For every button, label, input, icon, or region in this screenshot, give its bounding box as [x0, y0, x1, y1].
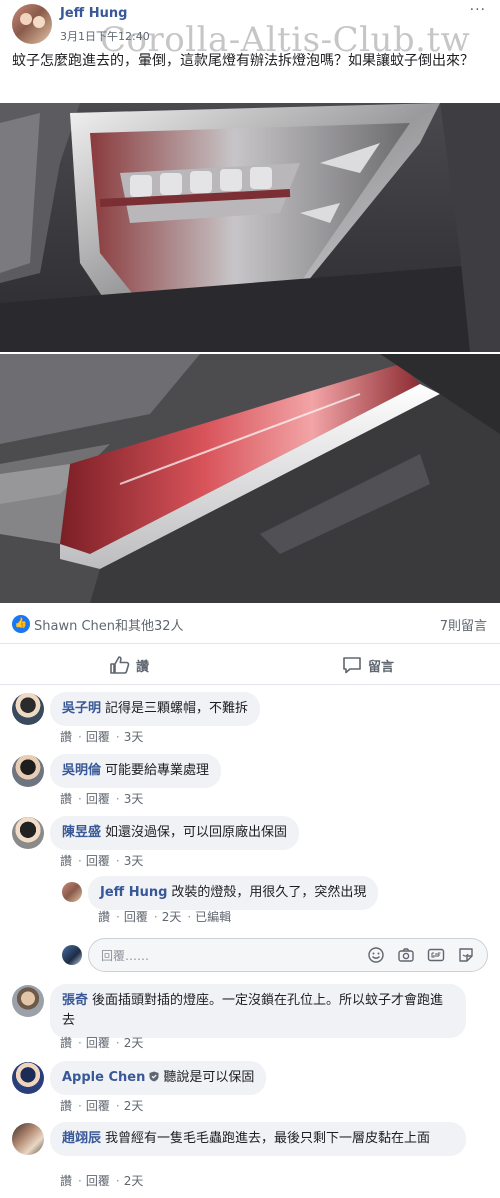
commenter-avatar[interactable] [12, 1062, 44, 1094]
comment-like-link[interactable]: 讚 [60, 1099, 72, 1113]
commenter-name[interactable]: 趙翊辰 [62, 1131, 101, 1146]
thumbs-up-icon [110, 656, 130, 674]
separator: · [153, 910, 158, 924]
comment-bubble: Jeff Hung 改裝的燈殼，用很久了，突然出現 [88, 876, 379, 910]
reactions-bar: 👍 Shawn Chen和其他32人 7則留言 [0, 604, 500, 644]
comments-count[interactable]: 7則留言 [440, 615, 487, 634]
comment-actions: 讚 · 回覆 · 2天 [60, 1034, 145, 1051]
commenter-avatar[interactable] [12, 1123, 44, 1155]
comment-like-link[interactable]: 讚 [60, 854, 72, 868]
commenter-avatar[interactable] [12, 693, 44, 725]
edited-label[interactable]: 已編輯 [195, 910, 231, 924]
comment-like-link[interactable]: 讚 [60, 792, 72, 806]
replier-avatar[interactable] [62, 882, 82, 902]
comment-button[interactable]: 留言 [342, 645, 394, 685]
comment-reply-link[interactable]: 回覆 [86, 730, 110, 744]
comment-actions: 讚 · 回覆 · 2天 [60, 1172, 145, 1189]
separator: · [115, 792, 120, 806]
sticker-icon[interactable] [457, 946, 475, 964]
comment-reply-link[interactable]: 回覆 [86, 792, 110, 806]
comment-reply-link[interactable]: 回覆 [86, 1174, 110, 1188]
commenter-name[interactable]: 吳明倫 [62, 763, 101, 778]
more-options-icon[interactable]: ··· [470, 2, 486, 18]
comment-bubble: Apple Chen 聽說是可以保固 [50, 1061, 267, 1095]
separator: · [78, 1174, 82, 1188]
post-photo-1[interactable] [0, 103, 500, 352]
comment-text: 聽說是可以保固 [163, 1070, 255, 1085]
commenter-name[interactable]: 張奇 [62, 993, 88, 1008]
commenter-avatar[interactable] [12, 755, 44, 787]
author-name[interactable]: Jeff Hung [60, 6, 127, 21]
separator: · [78, 1036, 82, 1050]
comment-like-link[interactable]: 讚 [60, 730, 72, 744]
separator: · [187, 910, 192, 924]
like-button[interactable]: 讚 [110, 645, 149, 685]
separator: · [116, 910, 120, 924]
commenter-avatar[interactable] [12, 985, 44, 1017]
comment-reply-link[interactable]: 回覆 [124, 910, 148, 924]
comment-text: 我曾經有一隻毛毛蟲跑進去，最後只剩下一層皮黏在上面 [105, 1131, 431, 1146]
comment-like-link[interactable]: 讚 [98, 910, 110, 924]
comment-like-link[interactable]: 讚 [60, 1036, 72, 1050]
comment-bubble: 趙翊辰 我曾經有一隻毛毛蟲跑進去，最後只剩下一層皮黏在上面 [50, 1122, 466, 1156]
reactions-summary[interactable]: Shawn Chen和其他32人 [34, 615, 184, 634]
gif-icon[interactable] [427, 946, 445, 964]
separator: · [115, 1174, 120, 1188]
commenter-name[interactable]: 吳子明 [62, 701, 101, 716]
post-header: Jeff Hung 3月1日下午12:40 Corolla-Altis-Club… [0, 0, 500, 60]
current-user-avatar [62, 945, 82, 965]
like-button-label: 讚 [136, 659, 150, 675]
comment-bubble: 吳子明 記得是三顆螺帽，不難拆 [50, 692, 261, 726]
commenter-name[interactable]: Apple Chen [62, 1070, 145, 1085]
comment-age[interactable]: 2天 [162, 910, 182, 924]
separator: · [78, 1099, 82, 1113]
comment-age[interactable]: 3天 [124, 854, 144, 868]
separator: · [115, 1036, 120, 1050]
comment-text: 記得是三顆螺帽，不難拆 [105, 701, 249, 716]
comment-reply-link[interactable]: 回覆 [86, 1036, 110, 1050]
comment-age[interactable]: 3天 [124, 730, 144, 744]
emoji-icon[interactable] [367, 946, 385, 964]
commenter-avatar[interactable] [12, 817, 44, 849]
separator: · [115, 1099, 120, 1113]
separator: · [78, 730, 82, 744]
author-avatar[interactable] [12, 4, 52, 44]
comment-age[interactable]: 2天 [124, 1036, 144, 1050]
comment-actions: 讚 · 回覆 · 2天 · 已編輯 [98, 908, 233, 925]
comment-text: 改裝的燈殼，用很久了，突然出現 [171, 885, 367, 900]
comment-bubble: 陳昱盛 如還沒過保，可以回原廠出保固 [50, 816, 300, 850]
comment-age[interactable]: 3天 [124, 792, 144, 806]
separator: · [78, 854, 82, 868]
comment-actions: 讚 · 回覆 · 3天 [60, 852, 145, 869]
commenter-name[interactable]: Jeff Hung [100, 885, 167, 900]
comment-actions: 讚 · 回覆 · 3天 [60, 728, 145, 745]
shield-badge-icon [149, 1071, 159, 1082]
comment-text: 可能要給專業處理 [105, 763, 210, 778]
reply-tools [367, 946, 475, 964]
comment-reply-link[interactable]: 回覆 [86, 854, 110, 868]
comment-button-label: 留言 [368, 659, 395, 675]
reply-input[interactable]: 回覆…… [88, 938, 488, 972]
post-text: 蚊子怎麼跑進去的，暈倒，這款尾燈有辦法拆燈泡嗎？如果讓蚊子倒出來？ [12, 53, 474, 69]
like-reaction-icon: 👍 [12, 615, 30, 633]
reply-placeholder: 回覆…… [101, 949, 150, 963]
comment-like-link[interactable]: 讚 [60, 1174, 72, 1188]
comment-age[interactable]: 2天 [124, 1099, 144, 1113]
comment-bubble-icon [343, 657, 361, 674]
camera-icon[interactable] [397, 946, 415, 964]
comment-actions: 讚 · 回覆 · 3天 [60, 790, 145, 807]
commenter-name[interactable]: 陳昱盛 [62, 825, 101, 840]
comment-reply-link[interactable]: 回覆 [86, 1099, 110, 1113]
separator: · [115, 854, 120, 868]
comment-bubble: 吳明倫 可能要給專業處理 [50, 754, 222, 788]
separator: · [115, 730, 120, 744]
separator: · [78, 792, 82, 806]
comment-age[interactable]: 2天 [124, 1174, 144, 1188]
post-photo-2[interactable] [0, 354, 500, 603]
comment-text: 如還沒過保，可以回原廠出保固 [105, 825, 288, 840]
comment-text: 後面插頭對插的燈座。一定沒鎖在孔位上。所以蚊子才會跑進去 [62, 993, 444, 1028]
post-action-bar: 讚 留言 [0, 645, 500, 685]
comment-actions: 讚 · 回覆 · 2天 [60, 1097, 145, 1114]
comment-bubble: 張奇 後面插頭對插的燈座。一定沒鎖在孔位上。所以蚊子才會跑進去 [50, 984, 466, 1038]
